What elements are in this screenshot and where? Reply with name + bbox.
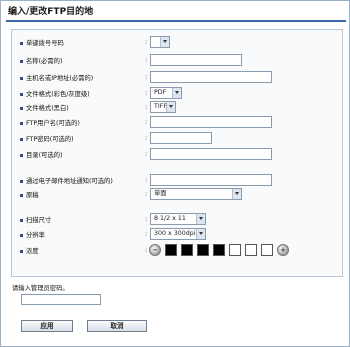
name-input[interactable]: [150, 54, 242, 66]
original-label: 原稿: [26, 192, 39, 199]
bullet-icon: [20, 233, 23, 237]
row-notify-email: 通过电子邮件地址通知(可选的) :: [12, 173, 342, 187]
chevron-down-icon: [232, 189, 241, 199]
density-control: − +: [149, 243, 289, 257]
original-value: 单面: [154, 190, 167, 197]
density-step[interactable]: [165, 244, 177, 256]
bullet-icon: [20, 121, 23, 125]
scan-size-value: 8 1/2 x 11: [154, 215, 186, 222]
scan-size-label: 扫描尺寸: [26, 217, 52, 224]
density-step[interactable]: [245, 244, 257, 256]
density-step[interactable]: [213, 244, 225, 256]
resolution-label: 分辨率: [26, 232, 45, 239]
destination-form: 单键拨号号码 : 名称(必需的) : 主机名或IP地址(必需的) : 文件格式(…: [11, 29, 343, 277]
bullet-icon: [20, 153, 23, 157]
row-format-bw: 文件格式(黑白) : TIFF: [12, 100, 342, 114]
row-directory: 目录(可选的) :: [12, 147, 342, 161]
bullet-icon: [20, 59, 23, 63]
admin-password-label: 请输入管理员密码。: [12, 285, 69, 292]
original-select[interactable]: 单面: [150, 188, 242, 200]
name-label: 名称(必需的): [26, 58, 63, 65]
density-label: 浓度: [26, 248, 39, 255]
bullet-icon: [20, 76, 23, 80]
bullet-icon: [20, 249, 23, 253]
row-scan-size: 扫描尺寸 : 8 1/2 x 11: [12, 212, 342, 226]
ftp-user-label: FTP用户名(可选的): [26, 120, 80, 127]
format-color-label: 文件格式(彩色/灰度级): [26, 91, 90, 98]
cancel-button[interactable]: 取消: [87, 320, 147, 332]
lighter-icon[interactable]: −: [149, 244, 161, 256]
density-step[interactable]: [261, 244, 273, 256]
ftp-password-label: FTP密码(可选的): [26, 136, 74, 143]
speed-dial-select[interactable]: [150, 36, 170, 48]
ftp-password-input[interactable]: [150, 132, 212, 144]
resolution-select[interactable]: 300 x 300dpi: [150, 228, 206, 240]
row-original: 原稿 : 单面: [12, 187, 342, 201]
directory-input[interactable]: [150, 148, 272, 160]
row-name: 名称(必需的) :: [12, 53, 342, 67]
speed-dial-label: 单键拨号号码: [26, 40, 64, 47]
chevron-down-icon: [196, 229, 205, 239]
host-input[interactable]: [150, 71, 272, 83]
bullet-icon: [20, 218, 23, 222]
bullet-icon: [20, 41, 23, 45]
ftp-user-input[interactable]: [150, 116, 272, 128]
row-ftp-user: FTP用户名(可选的) :: [12, 115, 342, 129]
format-bw-label: 文件格式(黑白): [26, 105, 69, 112]
density-step[interactable]: [181, 244, 193, 256]
chevron-down-icon: [160, 37, 169, 47]
row-density: 浓度 : − +: [12, 243, 342, 257]
scan-size-select[interactable]: 8 1/2 x 11: [150, 213, 206, 225]
chevron-down-icon: [196, 214, 205, 224]
notify-email-label: 通过电子邮件地址通知(可选的): [26, 178, 113, 185]
darker-icon[interactable]: +: [277, 244, 289, 256]
chevron-down-icon: [166, 102, 175, 112]
row-resolution: 分辨率 : 300 x 300dpi: [12, 227, 342, 241]
format-color-value: PDF: [154, 89, 167, 96]
format-bw-value: TIFF: [154, 103, 167, 110]
bullet-icon: [20, 137, 23, 141]
page-title: 编入/更改FTP目的地: [6, 6, 346, 22]
density-step[interactable]: [197, 244, 209, 256]
row-host: 主机名或IP地址(必需的) :: [12, 70, 342, 84]
directory-label: 目录(可选的): [26, 152, 63, 159]
ftp-destination-panel: 编入/更改FTP目的地 单键拨号号码 : 名称(必需的) : 主机名或IP地址(…: [0, 0, 350, 347]
bullet-icon: [20, 92, 23, 96]
bullet-icon: [20, 106, 23, 110]
apply-button[interactable]: 应用: [21, 320, 73, 332]
host-label: 主机名或IP地址(必需的): [26, 75, 94, 82]
row-speed-dial: 单键拨号号码 :: [12, 35, 342, 49]
notify-email-input[interactable]: [150, 174, 272, 186]
row-format-color: 文件格式(彩色/灰度级) : PDF: [12, 86, 342, 100]
density-step[interactable]: [229, 244, 241, 256]
format-bw-select[interactable]: TIFF: [150, 101, 176, 113]
bullet-icon: [20, 179, 23, 183]
row-ftp-password: FTP密码(可选的) :: [12, 131, 342, 145]
chevron-down-icon: [172, 88, 181, 98]
bullet-icon: [20, 193, 23, 197]
format-color-select[interactable]: PDF: [150, 87, 182, 99]
resolution-value: 300 x 300dpi: [154, 230, 196, 237]
admin-password-input[interactable]: [21, 294, 101, 305]
